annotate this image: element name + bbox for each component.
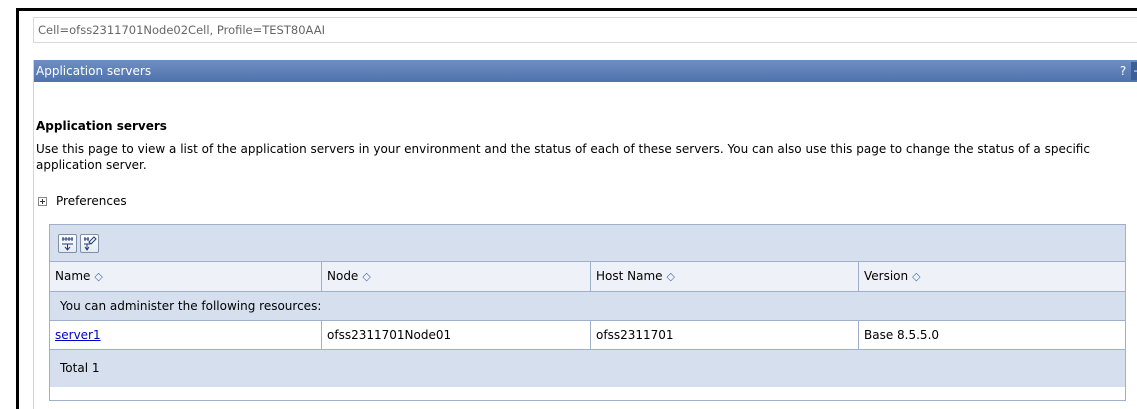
servers-table: Name ◇ Node ◇ Host Name ◇ Version ◇ You can … — [49, 224, 1126, 401]
minimize-button[interactable]: - — [1131, 62, 1137, 80]
column-header-node[interactable]: Node ◇ — [322, 262, 591, 291]
table-row: server1 ofss2311701Node01 ofss2311701 Ba… — [50, 321, 1125, 350]
node-cell: ofss2311701Node01 — [322, 321, 591, 349]
application-servers-portlet: Application servers ? - Application serv… — [33, 60, 1137, 409]
expand-icon[interactable] — [38, 196, 47, 206]
sort-icon[interactable]: ◇ — [667, 270, 675, 283]
console-frame: Cell=ofss2311701Node02Cell, Profile=TEST… — [16, 8, 1137, 409]
version-cell: Base 8.5.5.0 — [864, 328, 940, 342]
column-header-name[interactable]: Name ◇ — [50, 262, 322, 291]
cell-profile-bar: Cell=ofss2311701Node02Cell, Profile=TEST… — [33, 17, 1137, 43]
help-button[interactable]: ? — [1116, 60, 1130, 82]
server-name-cell: server1 — [50, 321, 322, 349]
sort-icon[interactable]: ◇ — [362, 270, 370, 283]
preferences-toggle[interactable]: Preferences — [38, 194, 127, 208]
portlet-titlebar: Application servers ? - — [34, 60, 1137, 82]
host-name-cell: ofss2311701 — [591, 321, 859, 349]
select-all-icon — [62, 237, 73, 251]
deselect-all-icon — [84, 236, 97, 251]
sort-icon[interactable]: ◇ — [912, 270, 920, 283]
table-total: Total 1 — [50, 350, 1125, 387]
table-header-row: Name ◇ Node ◇ Host Name ◇ Version ◇ — [50, 262, 1125, 292]
sort-icon[interactable]: ◇ — [94, 270, 102, 283]
deselect-all-button[interactable] — [80, 234, 99, 253]
page-description: Use this page to view a list of the appl… — [36, 142, 1090, 172]
select-all-button[interactable] — [58, 234, 77, 253]
page-heading: Application servers — [36, 119, 167, 133]
server1-link[interactable]: server1 — [55, 328, 101, 342]
table-toolbar — [50, 225, 1125, 262]
preferences-label[interactable]: Preferences — [56, 194, 127, 208]
resource-group-label: You can administer the following resourc… — [50, 292, 1125, 321]
portlet-title: Application servers — [36, 64, 152, 78]
cell-profile-text: Cell=ofss2311701Node02Cell, Profile=TEST… — [38, 23, 325, 37]
column-header-host-name[interactable]: Host Name ◇ — [591, 262, 859, 291]
column-header-version[interactable]: Version ◇ — [859, 262, 1125, 291]
